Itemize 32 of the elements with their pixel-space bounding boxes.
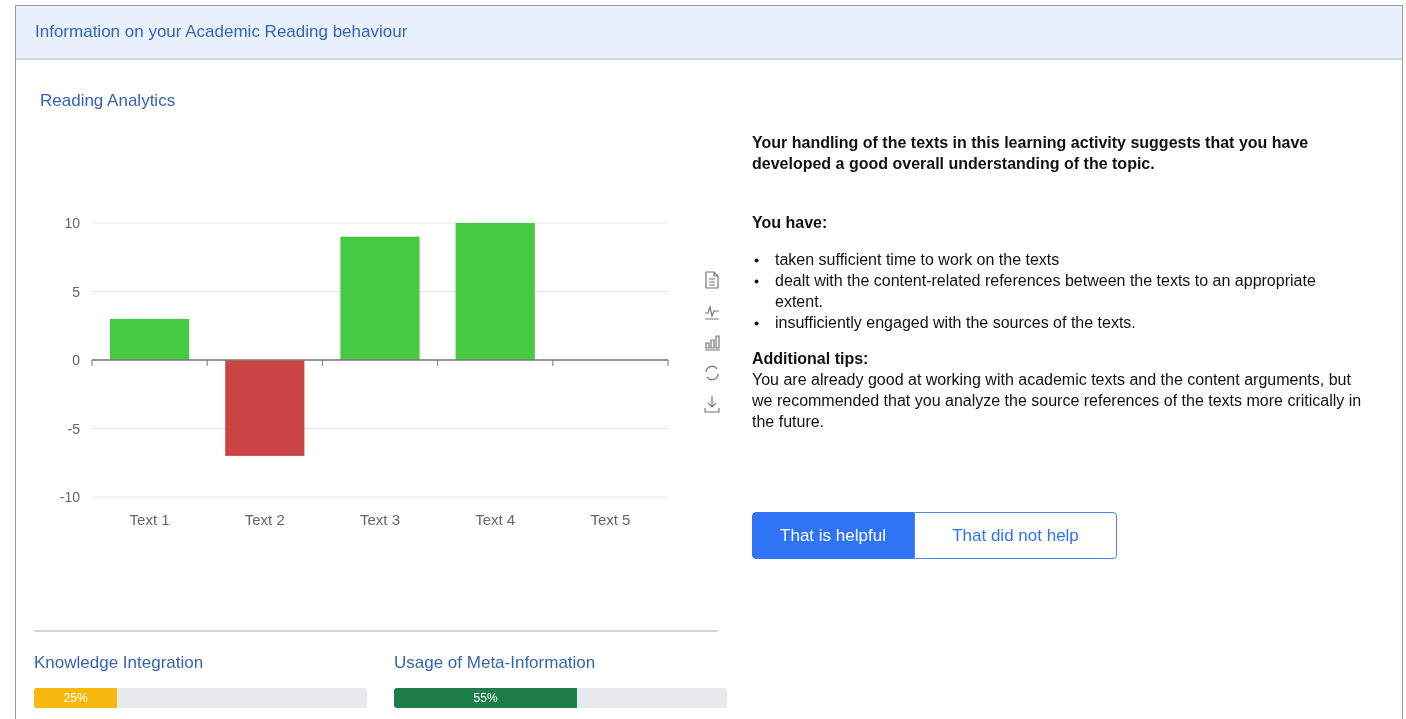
list-item: taken sufficient time to work on the texts [775, 250, 1060, 270]
progress-fill: 25% [34, 688, 118, 708]
metric-title: Usage of Meta-Information [394, 652, 597, 674]
document-icon[interactable] [702, 270, 722, 290]
x-tick-label: Text 1 [129, 511, 170, 528]
bullet-icon [754, 279, 759, 284]
x-tick-label: Text 2 [244, 511, 285, 528]
x-tick-label: Text 4 [475, 511, 516, 528]
bar-chart-icon[interactable] [702, 332, 722, 352]
metric-title: Knowledge Integration [34, 652, 205, 674]
y-tick-label: 10 [64, 215, 80, 231]
x-tick-label: Text 3 [360, 511, 400, 528]
x-tick-label: Text 5 [590, 511, 631, 528]
list-heading: You have: [752, 213, 829, 233]
refresh-icon[interactable] [702, 363, 722, 383]
section-title: Reading Analytics [40, 91, 176, 110]
list-item: dealt with the content-related references between the texts to an appropriate extent. [775, 271, 1317, 312]
download-icon[interactable] [702, 394, 722, 414]
bullet-icon [754, 321, 759, 326]
list-item: insufficiently engaged with the sources of the texts. [775, 313, 1136, 333]
bullet-icon [754, 258, 759, 263]
progress-fill: 55% [394, 688, 578, 708]
panel-title: Information on your Academic Reading behaviour [35, 21, 408, 44]
tips-heading: Additional tips: [752, 349, 870, 369]
y-tick-label: -5 [67, 420, 80, 437]
feedback-button[interactable]: That is helpful [752, 512, 914, 559]
summary-text: Your handling of the texts in this learning activity suggests that you have developed a good overall understanding of the topic. [752, 133, 1310, 174]
y-tick-label: 5 [72, 283, 80, 300]
tips-text: You are already good at working with academic texts and the content arguments, but we recommended that you analyze the source references of the texts more critically in the future. [752, 370, 1363, 432]
y-tick-label: 0 [72, 352, 80, 368]
y-tick-label: -10 [59, 489, 80, 505]
feedback-button[interactable]: That did not help [914, 512, 1117, 559]
